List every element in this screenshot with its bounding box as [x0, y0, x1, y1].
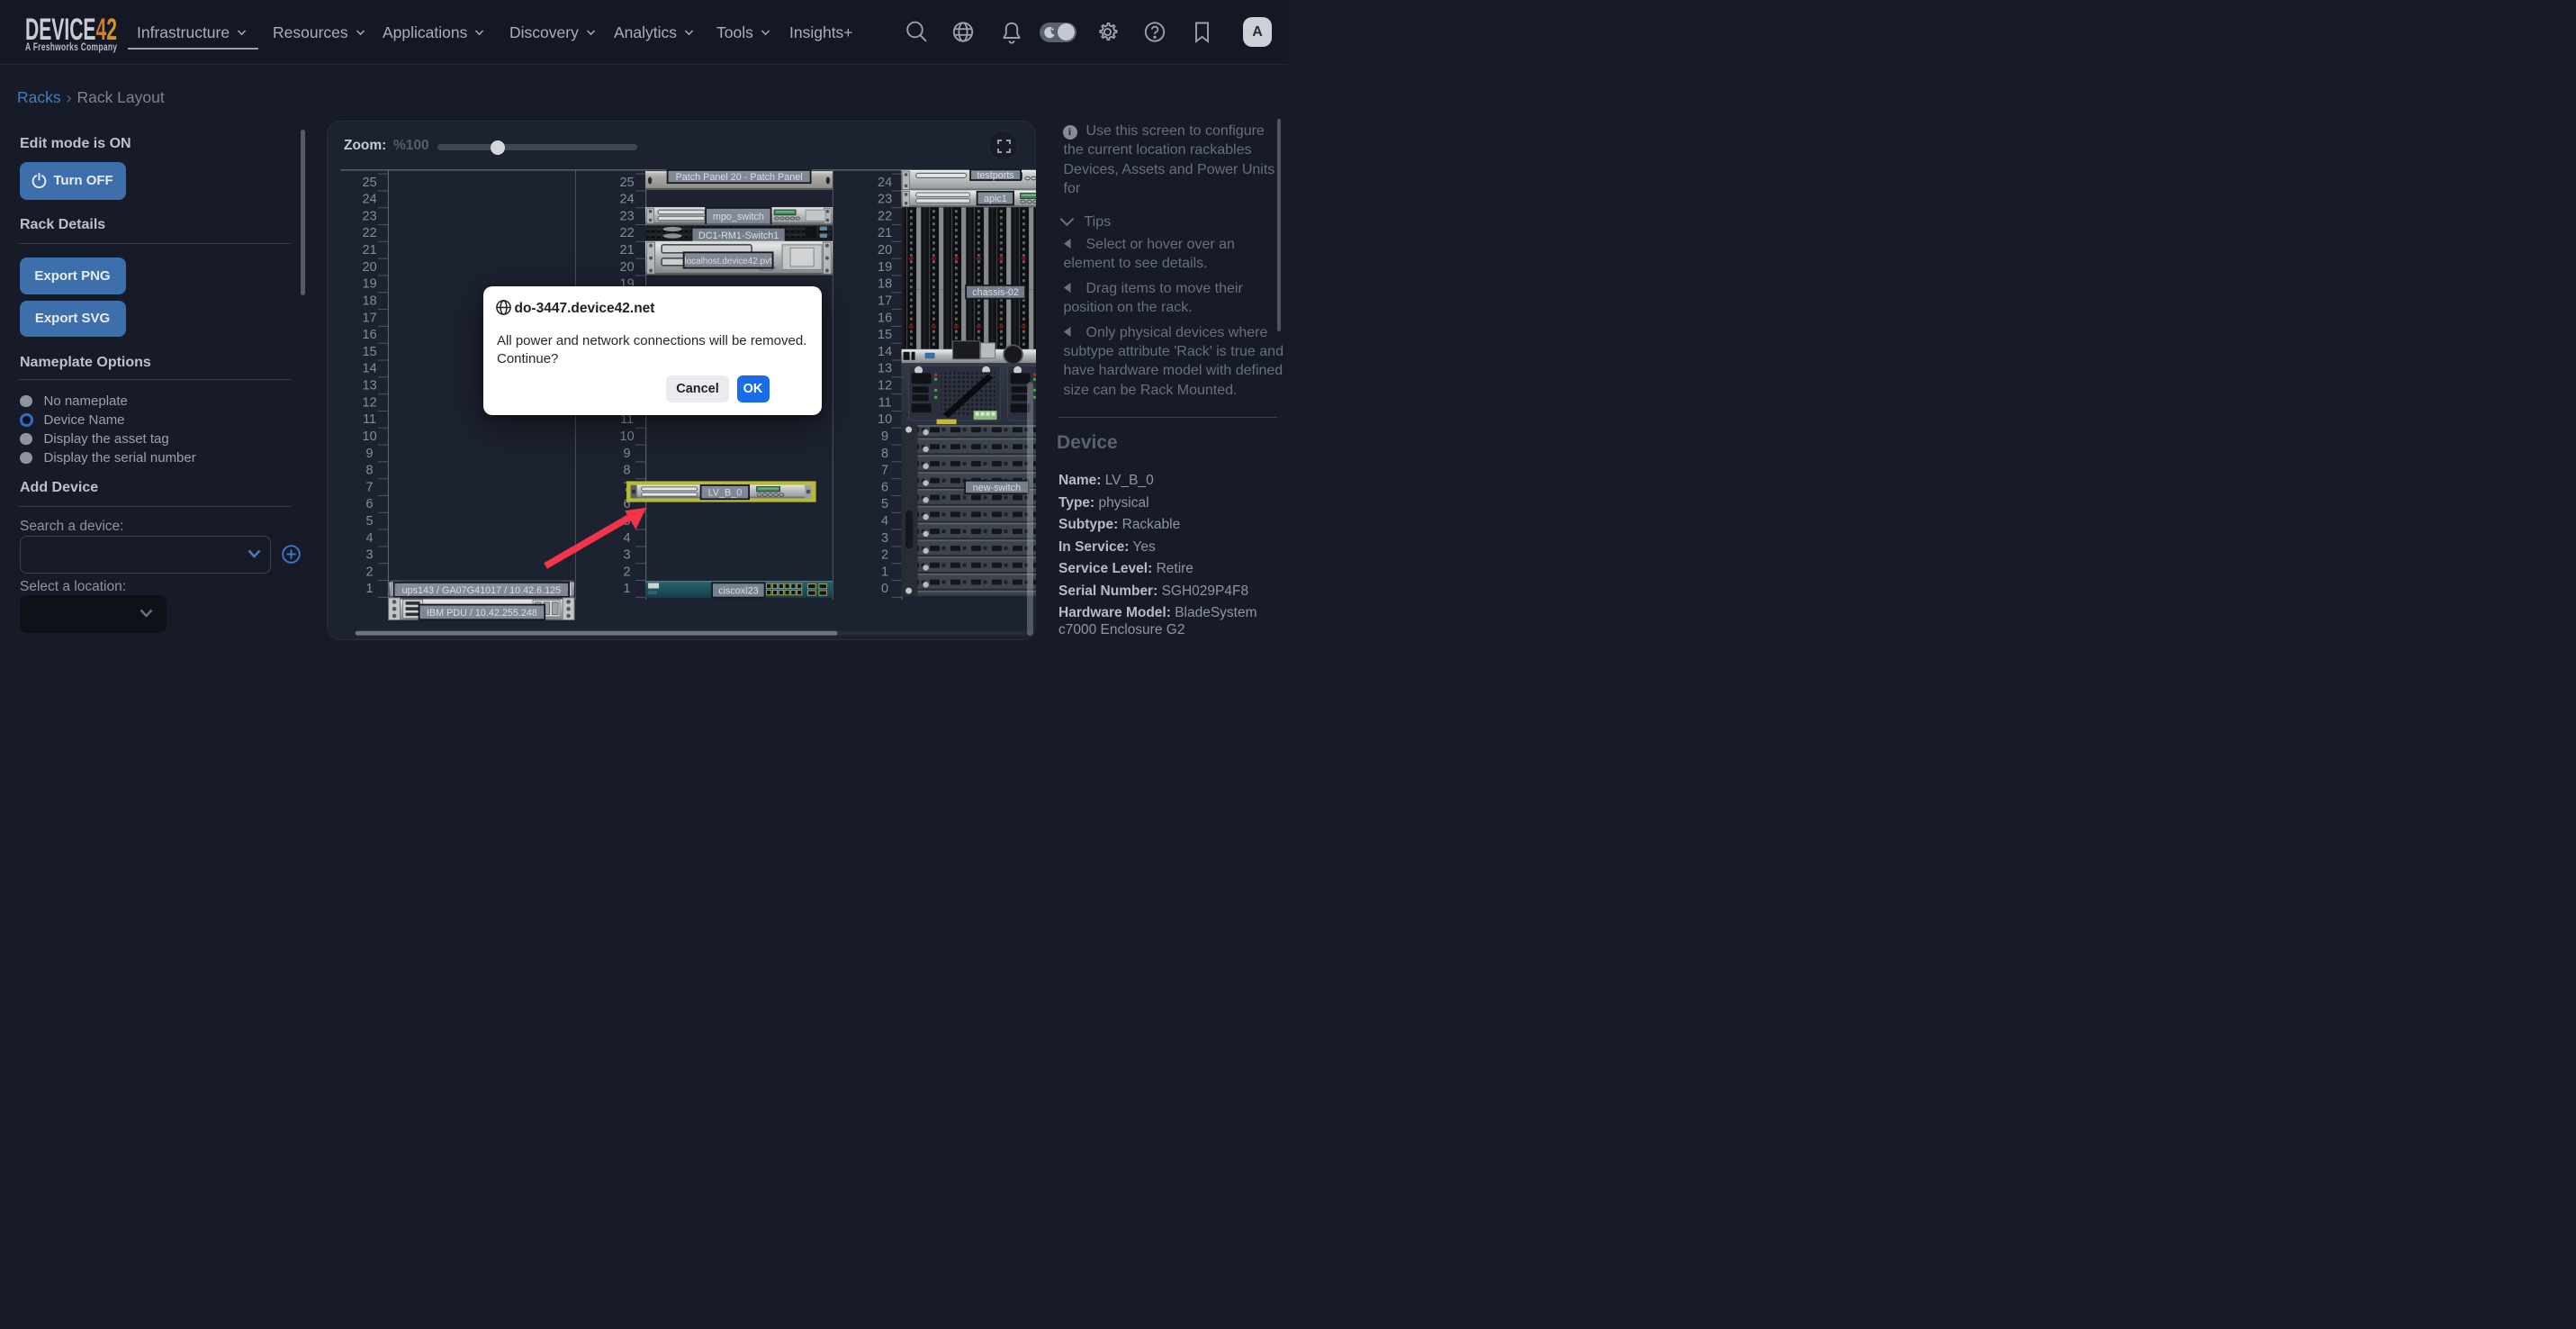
svg-text:22: 22 [620, 226, 635, 240]
svg-text:3: 3 [366, 548, 374, 563]
svg-text:23: 23 [878, 193, 892, 207]
svg-text:24: 24 [878, 176, 892, 190]
svg-text:1: 1 [881, 565, 888, 579]
svg-text:8: 8 [624, 464, 631, 478]
svg-text:4: 4 [624, 531, 631, 546]
svg-text:19: 19 [878, 260, 892, 275]
svg-text:22: 22 [878, 209, 892, 223]
svg-text:14: 14 [878, 345, 892, 359]
svg-text:16: 16 [363, 328, 377, 342]
svg-text:17: 17 [363, 311, 377, 325]
svg-text:21: 21 [878, 226, 892, 240]
svg-text:21: 21 [363, 243, 377, 258]
svg-text:10: 10 [878, 412, 892, 427]
svg-text:ups143 / GA07G41017 / 10.42.6.: ups143 / GA07G41017 / 10.42.6.125 [402, 585, 562, 596]
svg-text:17: 17 [878, 294, 892, 308]
svg-text:2: 2 [624, 565, 631, 579]
svg-text:24: 24 [620, 193, 635, 207]
svg-text:15: 15 [363, 345, 377, 359]
svg-text:13: 13 [363, 379, 377, 393]
svg-text:16: 16 [878, 311, 892, 325]
svg-text:8: 8 [366, 464, 374, 478]
svg-text:3: 3 [624, 548, 631, 563]
svg-text:11: 11 [878, 395, 892, 410]
svg-text:21: 21 [620, 243, 635, 258]
svg-text:5: 5 [366, 514, 374, 529]
svg-text:chassis-02: chassis-02 [973, 287, 1020, 298]
svg-text:15: 15 [878, 328, 892, 342]
svg-text:3: 3 [881, 531, 888, 546]
svg-text:10: 10 [363, 429, 377, 444]
svg-text:12: 12 [363, 395, 377, 410]
svg-text:18: 18 [363, 294, 377, 308]
svg-text:20: 20 [620, 260, 635, 275]
svg-text:2: 2 [366, 565, 374, 579]
svg-text:0: 0 [881, 582, 888, 596]
svg-text:Patch Panel 20 - Patch Panel: Patch Panel 20 - Patch Panel [676, 172, 803, 183]
svg-text:20: 20 [878, 243, 892, 258]
svg-text:25: 25 [620, 176, 635, 190]
svg-text:13: 13 [878, 362, 892, 376]
svg-text:localhost.device42.pvt: localhost.device42.pvt [685, 257, 772, 267]
svg-text:new-switch: new-switch [973, 483, 1021, 493]
svg-text:testports: testports [977, 170, 1015, 181]
svg-text:1: 1 [624, 582, 631, 596]
svg-text:2: 2 [881, 548, 888, 563]
svg-text:25: 25 [363, 176, 377, 190]
svg-text:4: 4 [881, 514, 888, 529]
svg-text:11: 11 [363, 412, 376, 427]
svg-text:18: 18 [878, 277, 892, 292]
svg-text:6: 6 [881, 480, 888, 494]
svg-text:mpo_switch: mpo_switch [713, 212, 764, 222]
svg-text:23: 23 [620, 209, 635, 223]
svg-text:7: 7 [881, 464, 888, 478]
svg-text:10: 10 [620, 429, 635, 444]
svg-text:22: 22 [363, 226, 377, 240]
svg-text:9: 9 [624, 447, 631, 461]
svg-text:20: 20 [363, 260, 377, 275]
svg-text:DC1-RM1-Switch1: DC1-RM1-Switch1 [698, 231, 779, 241]
svg-text:LV_B_0: LV_B_0 [708, 488, 743, 499]
svg-text:23: 23 [363, 209, 377, 223]
svg-text:7: 7 [366, 480, 374, 494]
svg-text:IBM PDU / 10.42.255.248: IBM PDU / 10.42.255.248 [427, 608, 537, 619]
svg-text:9: 9 [366, 447, 374, 461]
svg-text:14: 14 [363, 362, 377, 376]
svg-text:8: 8 [881, 447, 888, 461]
svg-text:19: 19 [363, 277, 377, 292]
svg-text:1: 1 [366, 582, 374, 596]
svg-text:12: 12 [878, 379, 892, 393]
svg-text:24: 24 [363, 193, 377, 207]
svg-text:6: 6 [366, 497, 374, 511]
svg-text:ciscoxl23: ciscoxl23 [719, 585, 759, 596]
svg-text:5: 5 [881, 497, 888, 511]
svg-text:apic1: apic1 [984, 194, 1007, 204]
svg-text:4: 4 [366, 531, 374, 546]
svg-text:9: 9 [881, 429, 888, 444]
